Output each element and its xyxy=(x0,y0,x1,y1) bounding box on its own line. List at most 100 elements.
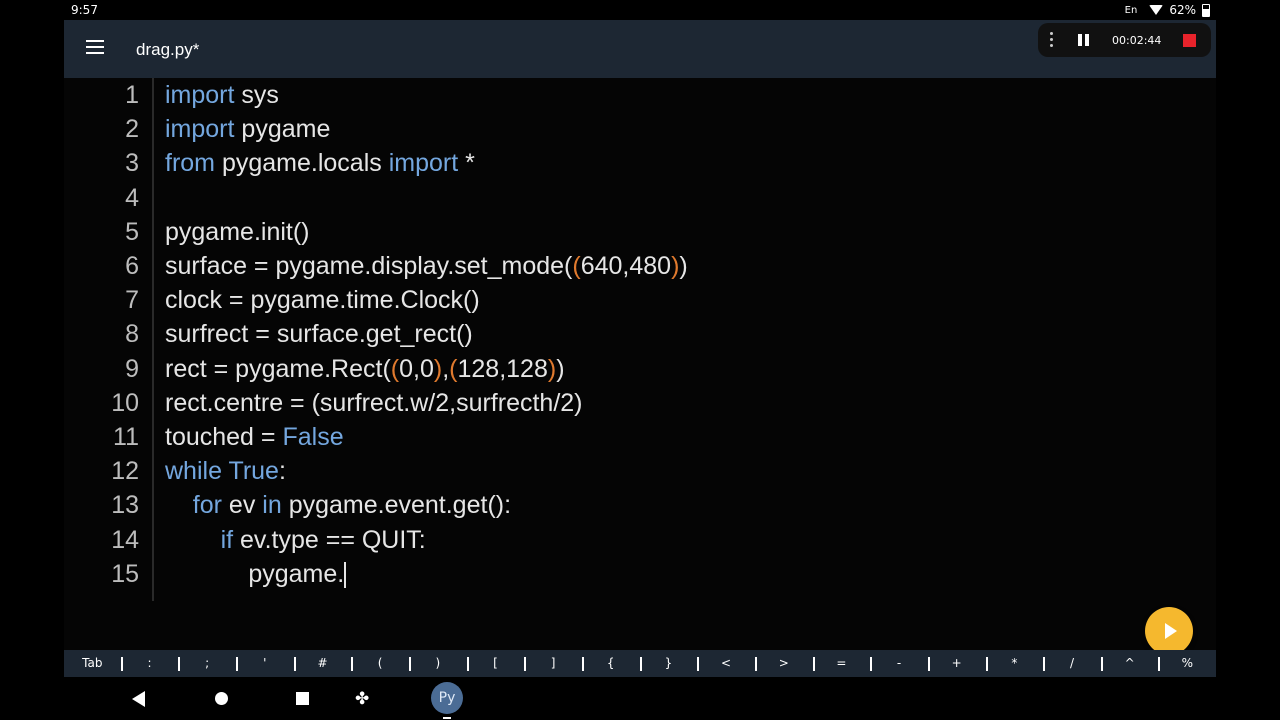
battery-level: 62% xyxy=(1169,3,1196,17)
symbol-key[interactable]: [ xyxy=(466,650,525,677)
code-token: surfrect = surface.get_rect() xyxy=(165,320,473,349)
screen-recorder-overlay: 00:02:44 xyxy=(1038,23,1211,57)
symbol-key[interactable]: - xyxy=(870,650,928,677)
code-token: pygame.init() xyxy=(165,217,310,246)
symbol-key[interactable]: ( xyxy=(351,650,409,677)
code-token: clock = pygame.time.Clock() xyxy=(165,286,480,315)
bracket-token: ( xyxy=(572,252,581,280)
run-button[interactable] xyxy=(1145,607,1193,655)
code-token: 0,0 xyxy=(399,354,434,383)
line-number: 7 xyxy=(125,286,139,315)
status-bar: 9:57 En 62% xyxy=(0,0,1280,20)
bracket-token: ) xyxy=(547,354,557,383)
line-number: 3 xyxy=(125,149,139,178)
home-icon[interactable] xyxy=(215,692,228,705)
code-token: pygame xyxy=(234,115,331,144)
keyword-token: import xyxy=(388,149,459,178)
code-token: rect = pygame.Rect( xyxy=(165,354,391,383)
system-navigation-bar: ✤ Py xyxy=(0,677,1280,720)
line-source: touched = False xyxy=(165,420,344,454)
symbol-key[interactable]: } xyxy=(639,650,698,677)
code-token: 128,128 xyxy=(457,354,548,383)
bracket-token: ( xyxy=(390,354,400,383)
symbol-key[interactable]: > xyxy=(754,650,813,677)
recorder-more-icon[interactable] xyxy=(1050,32,1054,50)
line-number: 10 xyxy=(111,388,139,417)
keyword-token: True xyxy=(228,457,279,486)
code-token: surface = pygame.display.set_mode( xyxy=(165,252,573,280)
symbol-key[interactable]: * xyxy=(985,650,1044,677)
line-number: 11 xyxy=(113,423,139,451)
code-token: sys xyxy=(234,81,279,109)
extra-keys-bar: Tab:; ' #()[]{} < > = - + * / ^% xyxy=(64,650,1216,677)
line-source: for ev in pygame.event.get(): xyxy=(165,488,511,522)
status-icons: En 62% xyxy=(1125,3,1210,17)
line-source: import pygame xyxy=(165,112,330,146)
line-source: from pygame.locals import * xyxy=(165,146,475,180)
symbol-key[interactable]: ^ xyxy=(1100,650,1159,677)
keyboard-language: En xyxy=(1124,4,1138,16)
symbol-key[interactable]: ] xyxy=(524,650,582,677)
gutter-divider xyxy=(152,78,154,601)
keyword-token: if xyxy=(220,525,234,554)
code-token: ev.type == QUIT: xyxy=(233,525,426,554)
symbol-key[interactable]: < xyxy=(697,650,755,677)
symbol-key[interactable]: % xyxy=(1158,650,1216,677)
line-number: 15 xyxy=(111,559,139,588)
line-number: 9 xyxy=(125,354,139,383)
line-source: clock = pygame.time.Clock() xyxy=(165,283,480,317)
accessibility-icon[interactable]: ✤ xyxy=(355,689,369,709)
symbol-key[interactable]: ) xyxy=(408,650,467,677)
line-number: 4 xyxy=(125,183,139,212)
line-source: if ev.type == QUIT: xyxy=(165,523,426,557)
symbol-key[interactable]: + xyxy=(927,650,986,677)
keyword-token: while xyxy=(165,457,222,486)
line-number: 2 xyxy=(125,115,139,144)
symbol-key[interactable]: # xyxy=(293,650,352,677)
code-token: pygame.event.get(): xyxy=(281,491,512,520)
recents-icon[interactable] xyxy=(296,692,309,705)
keyword-token: in xyxy=(262,491,282,520)
symbol-key[interactable]: / xyxy=(1043,650,1101,677)
text-cursor xyxy=(344,562,347,589)
symbol-key[interactable]: { xyxy=(581,650,640,677)
keyword-token: from xyxy=(165,149,215,178)
symbol-key[interactable]: : xyxy=(120,650,179,677)
symbol-key[interactable]: = xyxy=(812,650,871,677)
code-token: touched = xyxy=(165,423,283,451)
code-token: * xyxy=(458,149,475,178)
battery-icon xyxy=(1202,3,1210,17)
line-number: 8 xyxy=(125,320,139,349)
symbol-key[interactable]: ; xyxy=(178,650,236,677)
symbol-key[interactable]: ' xyxy=(235,650,294,677)
stop-recording-icon[interactable] xyxy=(1183,34,1196,47)
line-source: pygame.init() xyxy=(165,215,310,249)
code-token: ) xyxy=(679,252,688,280)
line-source: import sys xyxy=(165,78,279,112)
active-app-indicator xyxy=(443,717,451,719)
recording-elapsed-time: 00:02:44 xyxy=(1112,34,1162,47)
line-source: rect = pygame.Rect((0,0),(128,128)) xyxy=(165,352,565,386)
line-number: 5 xyxy=(125,217,139,246)
keyword-token: import xyxy=(165,81,235,109)
back-icon[interactable] xyxy=(132,691,145,707)
file-title: drag.py* xyxy=(136,40,200,59)
status-time: 9:57 xyxy=(71,3,98,17)
hamburger-menu-icon[interactable] xyxy=(86,40,106,56)
pause-icon[interactable] xyxy=(1078,34,1090,46)
python-app-icon[interactable]: Py xyxy=(431,682,463,714)
code-token: rect.centre = (surfrect.w/2,surfrecth/2) xyxy=(165,388,583,417)
line-source: surface = pygame.display.set_mode((640,4… xyxy=(165,249,688,283)
tab-key[interactable]: Tab xyxy=(64,650,121,677)
code-token: ) xyxy=(556,354,565,383)
keyword-token: for xyxy=(192,491,222,520)
line-source: while True: xyxy=(165,454,286,488)
code-editor[interactable]: 1 import sys 2 import pygame 3 from pygame.lo… xyxy=(64,78,1216,650)
wifi-icon xyxy=(1149,5,1164,15)
keyword-token: False xyxy=(282,423,344,451)
line-source: rect.centre = (surfrect.w/2,surfrecth/2) xyxy=(165,386,583,420)
code-token: pygame. xyxy=(165,559,345,588)
line-number: 1 xyxy=(125,81,139,109)
